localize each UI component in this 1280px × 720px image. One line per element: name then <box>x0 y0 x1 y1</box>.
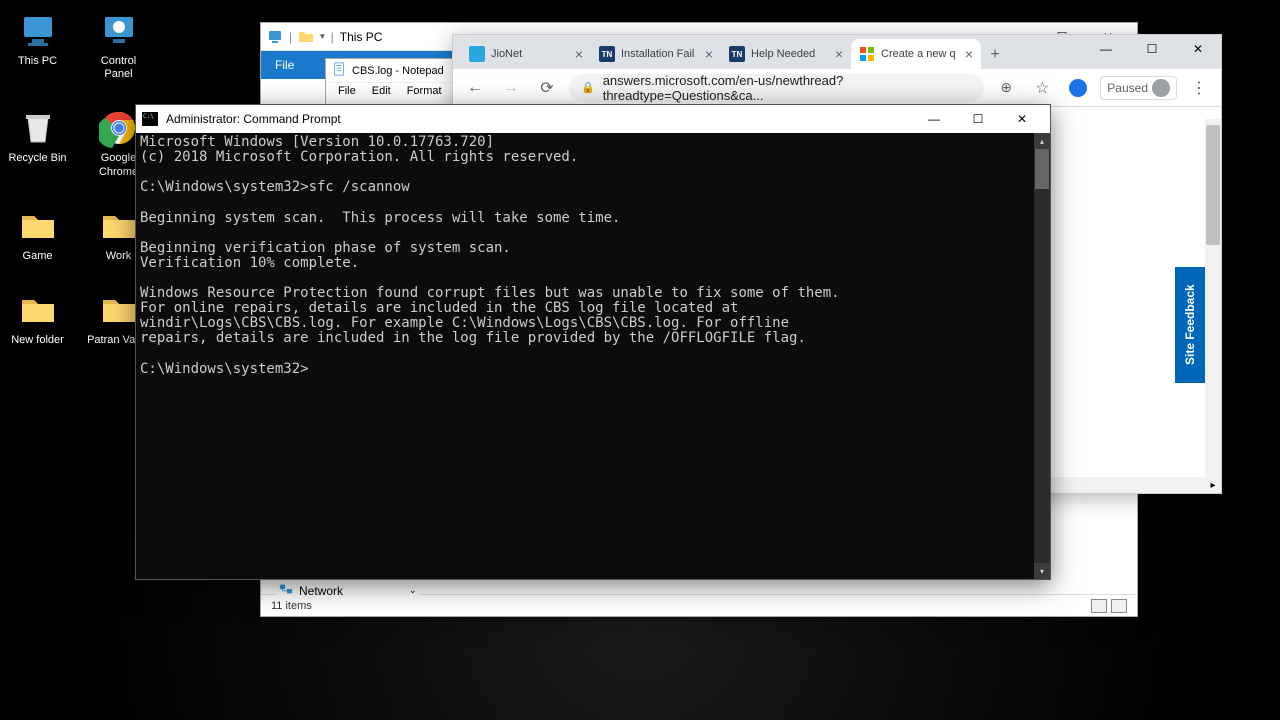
chrome-scroll-thumb[interactable] <box>1206 125 1220 245</box>
folder-icon <box>98 205 140 247</box>
notepad-icon <box>332 62 346 79</box>
desktop-icon-recycle-bin[interactable]: Recycle Bin <box>5 107 70 178</box>
ribbon-tab-file[interactable]: File <box>261 51 308 79</box>
back-button[interactable]: ← <box>461 74 489 102</box>
desktop-icons: This PCControl PanelRecycle BinGoogle Ch… <box>5 10 151 347</box>
favicon-icon <box>859 46 875 62</box>
url-text: answers.microsoft.com/en-us/newthread?th… <box>603 73 973 103</box>
network-icon <box>279 582 293 599</box>
tab-close-icon[interactable]: × <box>965 46 973 62</box>
cmd-output[interactable]: Microsoft Windows [Version 10.0.17763.72… <box>136 133 1050 579</box>
bookmark-icon[interactable]: ☆ <box>1028 74 1056 102</box>
qat-dropdown-icon[interactable]: ▾ <box>320 31 325 42</box>
chrome-tab[interactable]: Create a new q × <box>851 39 981 69</box>
desktop-icon-label: Game <box>23 250 53 263</box>
desktop-icon-label: This PC <box>18 55 57 68</box>
notepad-menu-edit[interactable]: Edit <box>364 85 399 101</box>
cmd-close[interactable]: ✕ <box>1000 105 1044 133</box>
chrome-tab[interactable]: JioNet × <box>461 39 591 69</box>
desktop-icon-this-pc[interactable]: This PC <box>5 10 70 81</box>
cmd-window-controls: — ☐ ✕ <box>912 105 1044 133</box>
desktop-icon-label: Work <box>106 250 131 263</box>
folder-icon <box>298 29 314 45</box>
pc-icon <box>17 10 59 52</box>
forward-button[interactable]: → <box>497 74 525 102</box>
tab-title: JioNet <box>491 48 569 60</box>
view-details-button[interactable] <box>1091 599 1107 613</box>
folder-icon <box>17 205 59 247</box>
address-bar[interactable]: 🔒 answers.microsoft.com/en-us/newthread?… <box>569 74 984 102</box>
chrome-window-controls: — ☐ ✕ <box>1083 35 1221 63</box>
lock-icon: 🔒 <box>581 81 595 94</box>
site-feedback-tab[interactable]: Site Feedback <box>1175 267 1205 383</box>
view-icons-button[interactable] <box>1111 599 1127 613</box>
chrome-minimize[interactable]: — <box>1083 35 1129 63</box>
network-label: Network <box>299 584 343 598</box>
cmd-title: Administrator: Command Prompt <box>166 112 341 126</box>
chrome-close[interactable]: ✕ <box>1175 35 1221 63</box>
pc-icon <box>267 29 283 45</box>
favicon-icon: TN <box>599 46 615 62</box>
notepad-menu-file[interactable]: File <box>330 85 364 101</box>
chrome-menu-button[interactable]: ⋮ <box>1185 74 1213 102</box>
desktop-icon-game[interactable]: Game <box>5 205 70 263</box>
extension-icon[interactable] <box>1064 74 1092 102</box>
panel-icon <box>98 10 140 52</box>
chrome-tab[interactable]: TN Installation Fail × <box>591 39 721 69</box>
explorer-title: This PC <box>340 30 383 44</box>
reload-button[interactable]: ⟳ <box>533 74 561 102</box>
cmd-scroll-up-arrow[interactable]: ▴ <box>1034 133 1050 149</box>
desktop-icon-new-folder[interactable]: New folder <box>5 289 70 347</box>
cmd-maximize[interactable]: ☐ <box>956 105 1000 133</box>
cmd-titlebar[interactable]: Administrator: Command Prompt — ☐ ✕ <box>136 105 1050 133</box>
folder-icon <box>98 289 140 331</box>
avatar-icon <box>1152 79 1170 97</box>
qat-divider: | <box>289 30 292 44</box>
favicon-icon <box>469 46 485 62</box>
qat-separator: | <box>331 30 334 44</box>
paused-label: Paused <box>1107 81 1148 95</box>
chrome-toolbar: ← → ⟳ 🔒 answers.microsoft.com/en-us/newt… <box>453 69 1221 107</box>
tab-title: Create a new q <box>881 48 959 60</box>
tab-title: Help Needed <box>751 48 829 60</box>
folder-icon <box>17 289 59 331</box>
chrome-maximize[interactable]: ☐ <box>1129 35 1175 63</box>
desktop-icon-control-panel[interactable]: Control Panel <box>86 10 151 81</box>
profile-paused[interactable]: Paused <box>1100 76 1177 100</box>
chrome-scrollbar-right-arrow[interactable]: ▸ <box>1205 477 1221 493</box>
notepad-title: CBS.log - Notepad <box>352 65 444 77</box>
translate-icon[interactable]: ⊕ <box>992 74 1020 102</box>
desktop-icon-label: Recycle Bin <box>8 152 66 165</box>
notepad-menu-format[interactable]: Format <box>399 85 450 101</box>
chrome-icon <box>98 107 140 149</box>
cmd-scroll-thumb[interactable] <box>1035 149 1049 189</box>
tab-close-icon[interactable]: × <box>705 46 713 62</box>
cmd-window[interactable]: Administrator: Command Prompt — ☐ ✕ Micr… <box>135 104 1051 580</box>
chevron-down-icon[interactable]: ⌄ <box>409 585 417 596</box>
new-tab-button[interactable]: + <box>981 41 1009 69</box>
cmd-scroll-down-arrow[interactable]: ▾ <box>1034 563 1050 579</box>
tab-title: Installation Fail <box>621 48 699 60</box>
favicon-icon: TN <box>729 46 745 62</box>
chrome-tab[interactable]: TN Help Needed × <box>721 39 851 69</box>
tab-close-icon[interactable]: × <box>835 46 843 62</box>
cmd-icon <box>142 112 158 126</box>
tab-close-icon[interactable]: × <box>575 46 583 62</box>
desktop-icon-label: Control Panel <box>86 55 151 81</box>
desktop-icon-label: New folder <box>11 334 64 347</box>
cmd-scrollbar[interactable]: ▴ ▾ <box>1034 133 1050 579</box>
explorer-network-item[interactable]: Network ⌄ <box>275 580 421 601</box>
bin-icon <box>17 107 59 149</box>
cmd-minimize[interactable]: — <box>912 105 956 133</box>
explorer-item-count: 11 items <box>271 600 312 612</box>
